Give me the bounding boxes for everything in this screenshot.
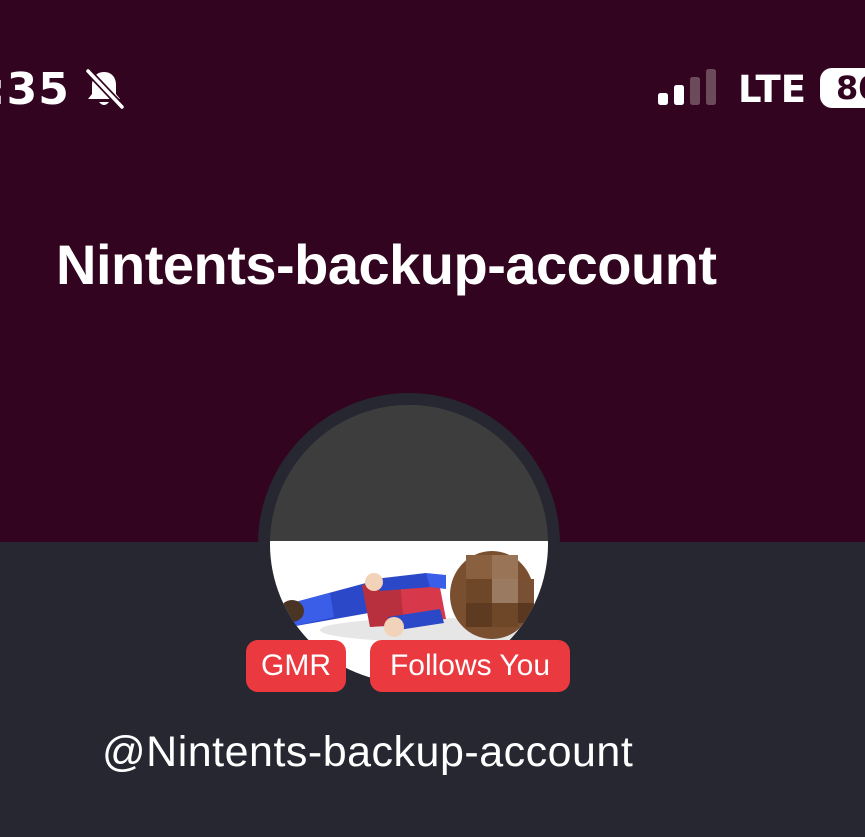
bell-muted-icon [84, 67, 126, 111]
page-title: Nintents-backup-account [56, 233, 717, 296]
status-time: :35 [0, 64, 70, 115]
battery-level: 80 [836, 69, 865, 107]
follows-you-badge: Follows You [370, 640, 570, 692]
profile-handle: @Nintents-backup-account [102, 728, 634, 776]
gmr-badge: GMR [246, 640, 346, 692]
battery-badge: 80 [820, 68, 865, 108]
signal-icon [658, 69, 716, 105]
network-label: LTE [738, 68, 806, 111]
